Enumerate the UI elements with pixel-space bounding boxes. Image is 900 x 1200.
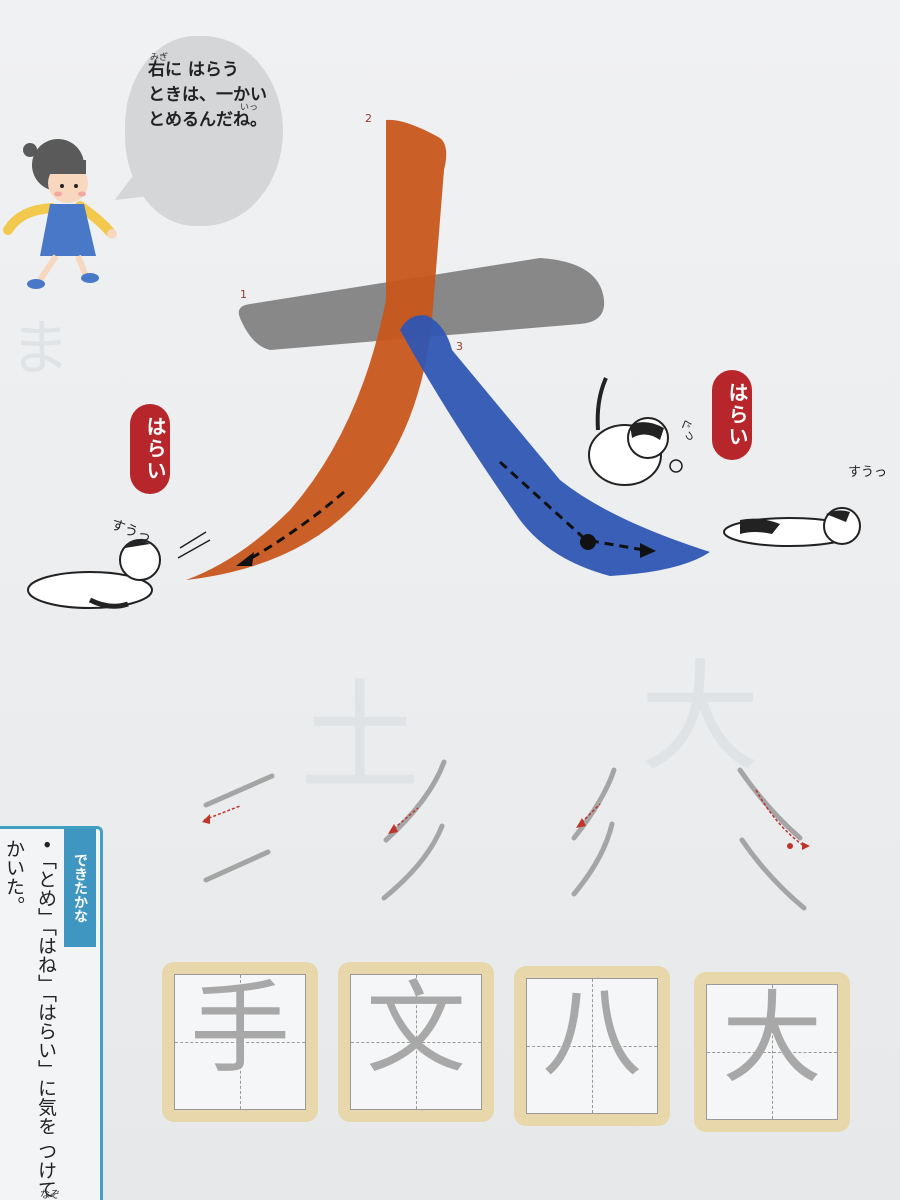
- workbook-page: ま 大 土 みぎ いっ 右に はらう ときは、一かい とめるんだね。 1 2 3…: [0, 0, 900, 1200]
- bottom-fragment-text: なぞ: [40, 1190, 60, 1200]
- practice-char-3: 八: [542, 974, 642, 1091]
- self-check-text: •「とめ」「はね」「はらい」に気を つけて かいた。: [3, 839, 57, 1199]
- practice-cell-dai[interactable]: 大: [694, 972, 850, 1132]
- practice-cell-hachi[interactable]: 八: [514, 966, 670, 1126]
- practice-cell-te[interactable]: 手: [162, 962, 318, 1122]
- practice-char-1: 手: [190, 970, 290, 1087]
- practice-char-2: 文: [366, 970, 466, 1087]
- practice-cell-bun[interactable]: 文: [338, 962, 494, 1122]
- practice-char-4: 大: [722, 980, 822, 1097]
- self-check-panel: できたかな •「とめ」「はね」「はらい」に気を つけて かいた。: [0, 826, 103, 1200]
- self-check-title: できたかな: [64, 829, 96, 947]
